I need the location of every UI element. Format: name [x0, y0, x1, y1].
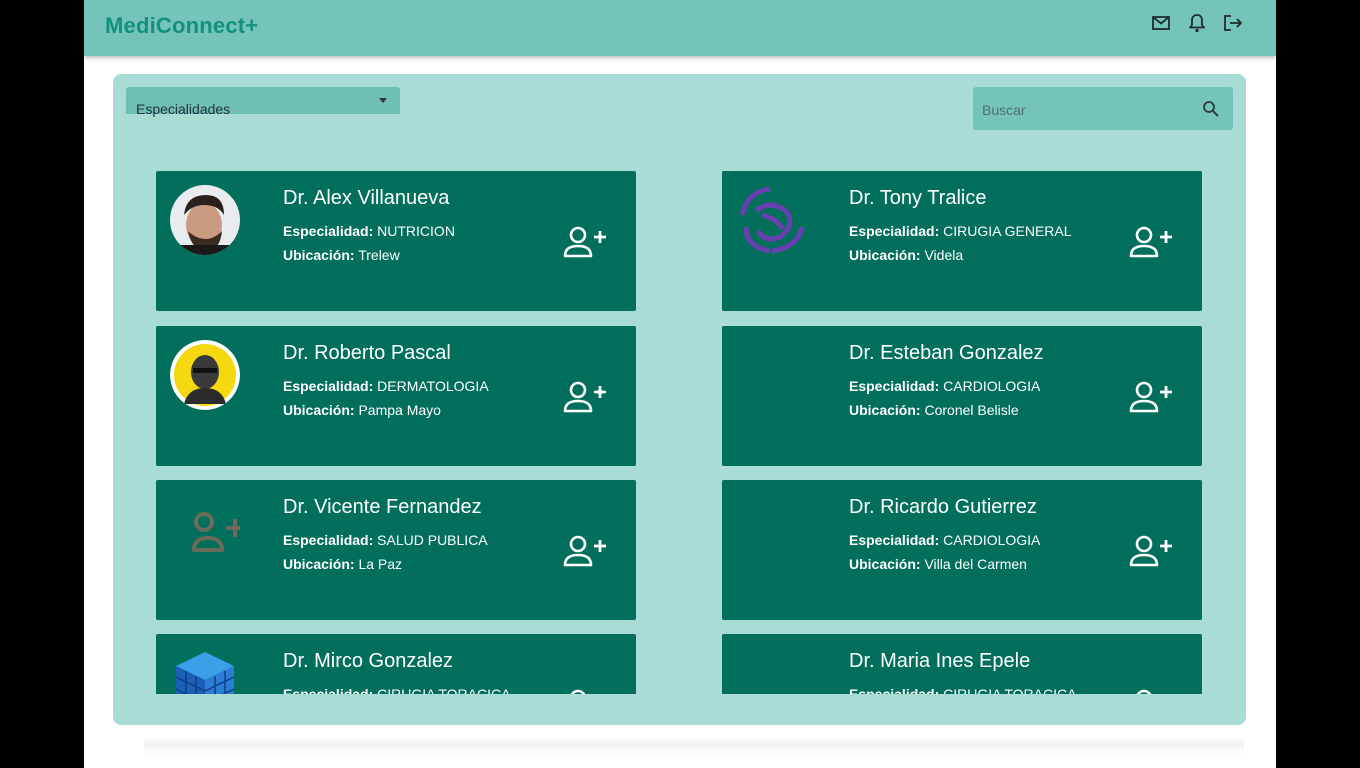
- doctor-name: Dr. Esteban Gonzalez: [849, 342, 1044, 364]
- doctor-location: Ubicación: Videla: [849, 247, 964, 263]
- doctor-location: Ubicación: Trelew: [283, 247, 400, 263]
- doctor-specialty: Especialidad: CARDIOLOGIA: [849, 532, 1041, 548]
- add-contact-button[interactable]: [1129, 379, 1173, 415]
- doctor-card[interactable]: Dr. Ricardo Gutierrez Especialidad: CARD…: [722, 480, 1202, 620]
- doctor-avatar: [170, 494, 240, 564]
- doctor-specialty: Especialidad: CIRUGIA TORACICA: [283, 686, 511, 694]
- doctor-avatar: [170, 648, 240, 694]
- brand-logo[interactable]: MediConnect+: [105, 13, 258, 39]
- search-input[interactable]: [973, 87, 1204, 132]
- person-add-icon: [563, 226, 606, 258]
- doctor-name: Dr. Tony Tralice: [849, 187, 987, 209]
- doctor-list: Dr. Alex Villanueva Especialidad: NUTRIC…: [156, 171, 1203, 694]
- add-contact-button[interactable]: [1129, 533, 1173, 569]
- mail-icon[interactable]: [1150, 12, 1172, 34]
- doctor-avatar: [170, 340, 240, 410]
- doctor-location: Ubicación: La Paz: [283, 556, 403, 572]
- doctor-card[interactable]: Dr. Roberto Pascal Especialidad: DERMATO…: [156, 326, 636, 466]
- doctor-card[interactable]: Dr. Maria Ines Epele Especialidad: CIRUG…: [722, 634, 1202, 694]
- logout-icon[interactable]: [1222, 12, 1244, 34]
- doctor-name: Dr. Mirco Gonzalez: [283, 650, 454, 672]
- person-add-icon: [1129, 381, 1172, 413]
- doctor-specialty: Especialidad: DERMATOLOGIA: [283, 378, 489, 394]
- doctor-location: Ubicación: Villa del Carmen: [849, 556, 1027, 572]
- doctor-card[interactable]: Dr. Vicente Fernandez Especialidad: SALU…: [156, 480, 636, 620]
- doctor-location: Ubicación: Pampa Mayo: [283, 402, 441, 418]
- doctor-specialty: Especialidad: CARDIOLOGIA: [849, 378, 1041, 394]
- doctor-card[interactable]: Dr. Mirco Gonzalez Especialidad: CIRUGIA…: [156, 634, 636, 694]
- person-add-icon: [570, 689, 586, 694]
- person-add-icon: [1129, 535, 1172, 567]
- doctor-avatar: [170, 185, 240, 255]
- doctor-specialty: Especialidad: CIRUGIA TORACICA: [849, 686, 1077, 694]
- add-contact-button[interactable]: [1129, 224, 1173, 260]
- doctor-avatar: [736, 185, 806, 255]
- bell-icon[interactable]: [1186, 12, 1208, 34]
- add-contact-button[interactable]: [1129, 687, 1173, 694]
- add-contact-button[interactable]: [563, 379, 607, 415]
- specialty-select[interactable]: Especialidades: [126, 87, 400, 117]
- specialty-select-label: Especialidades: [136, 101, 231, 117]
- doctor-location: Ubicación: Coronel Belisle: [849, 402, 1019, 418]
- person-add-icon: [563, 535, 606, 567]
- doctor-specialty: Especialidad: CIRUGIA GENERAL: [849, 223, 1072, 239]
- app-window: MediConnect+ Especialidades Buscar Dr. A…: [84, 0, 1276, 768]
- search-box: [973, 87, 1233, 132]
- doctor-card[interactable]: Dr. Esteban Gonzalez Especialidad: CARDI…: [722, 326, 1202, 466]
- search-icon[interactable]: [1202, 100, 1220, 118]
- person-add-icon: [1136, 689, 1152, 694]
- dropdown-arrow-icon: [379, 98, 387, 103]
- doctor-search-panel: Especialidades Buscar Dr. Alex Villanuev…: [113, 74, 1246, 725]
- doctor-name: Dr. Alex Villanueva: [283, 187, 450, 209]
- doctor-card[interactable]: Dr. Alex Villanueva Especialidad: NUTRIC…: [156, 171, 636, 311]
- person-add-icon: [1129, 226, 1172, 258]
- doctor-specialty: Especialidad: SALUD PUBLICA: [283, 532, 488, 548]
- doctor-name: Dr. Roberto Pascal: [283, 342, 451, 364]
- header-actions: [1150, 12, 1244, 34]
- top-bar: MediConnect+: [84, 0, 1276, 56]
- doctor-card[interactable]: Dr. Tony Tralice Especialidad: CIRUGIA G…: [722, 171, 1202, 311]
- doctor-specialty: Especialidad: NUTRICION: [283, 223, 455, 239]
- doctor-name: Dr. Vicente Fernandez: [283, 496, 482, 518]
- footer-shadow: [144, 735, 1244, 755]
- person-add-icon: [563, 381, 606, 413]
- add-contact-button[interactable]: [563, 224, 607, 260]
- add-contact-button[interactable]: [563, 533, 607, 569]
- doctor-name: Dr. Maria Ines Epele: [849, 650, 1031, 672]
- add-contact-button[interactable]: [563, 687, 607, 694]
- doctor-name: Dr. Ricardo Gutierrez: [849, 496, 1037, 518]
